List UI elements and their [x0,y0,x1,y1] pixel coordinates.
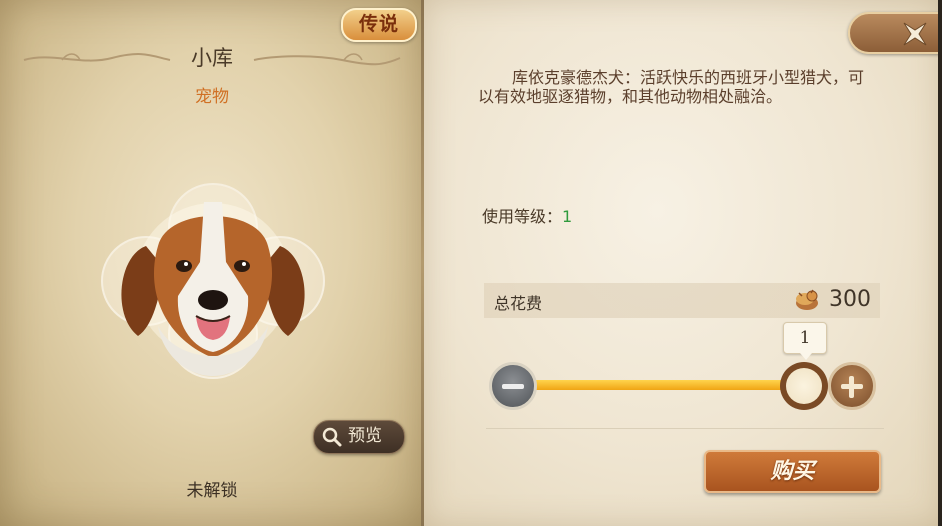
total-cost-value: 300 [829,287,871,312]
unlock-status: 未解锁 [186,481,238,501]
quantity-slider-track[interactable] [520,380,810,390]
buy-button[interactable]: 购买 [704,450,881,493]
item-type: 宠物 [195,87,229,107]
close-icon [903,22,927,46]
divider [486,428,884,429]
decrease-quantity-button[interactable] [489,362,537,410]
gold-coin-icon [796,289,818,310]
item-description: 库依克豪德杰犬：活跃快乐的西班牙小型猎犬，可以有效地驱逐猎物，和其他动物相处融洽… [478,68,865,106]
item-name: 小库 [191,46,233,70]
required-level: 使用等级：1 [482,203,572,227]
dog-head-icon [121,202,305,376]
level-value: 1 [562,207,573,226]
buy-label: 购买 [770,458,815,484]
close-button[interactable] [848,12,942,54]
preview-label: 预览 [348,426,382,446]
increase-quantity-button[interactable] [828,362,876,410]
screen-edge [938,0,942,526]
quantity-tooltip: 1 [783,322,827,360]
magnifier-icon [322,427,342,447]
level-label: 使用等级： [482,207,563,226]
total-cost-label: 总花费 [494,294,543,313]
preview-button[interactable]: 预览 [313,420,405,454]
pet-portrait [101,183,325,379]
rarity-badge: 传说 [341,8,417,42]
quantity-slider-handle[interactable] [780,362,828,410]
pet-shop-dialog: 传说 小库 宠物 预览 未解锁 库依克豪德杰犬：活跃快乐的西班牙小型猎犬，可以有… [0,0,942,526]
